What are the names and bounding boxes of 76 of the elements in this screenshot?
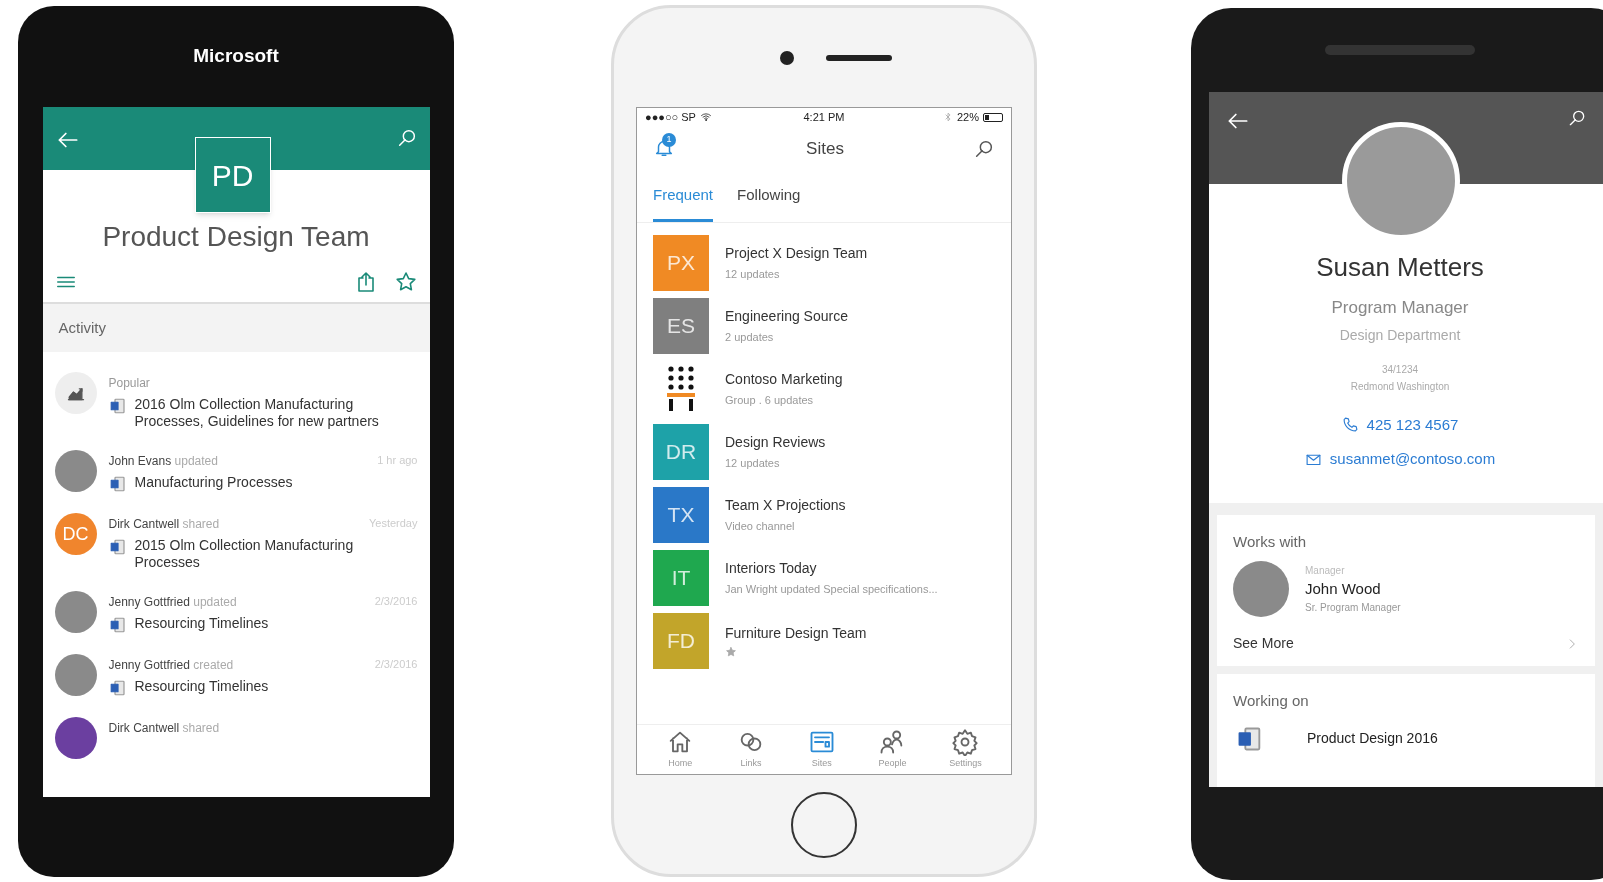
tab[interactable]: Following [737, 172, 801, 222]
relation-label: Manager [1305, 563, 1346, 578]
screen-title: Sites [806, 138, 844, 161]
activity-actor: Jenny Gottfried updated [108, 594, 237, 611]
initials-avatar: DC [54, 513, 97, 555]
activity-actor: Jenny Gottfried created [108, 657, 234, 674]
notification-badge: 1 [662, 133, 676, 147]
star-icon[interactable] [393, 270, 418, 294]
activity-actor: John Evans updated [108, 453, 218, 470]
phone-icon [1341, 416, 1359, 434]
document-link[interactable]: 2016 Olm Collection Manufacturing Processes, Guidelines for new partners [134, 396, 418, 430]
avatar-placeholder [54, 450, 97, 492]
search-icon[interactable] [1567, 108, 1587, 128]
email-link[interactable]: susanmet@contoso.com [1329, 448, 1496, 471]
person-department: Design Department [1339, 325, 1462, 345]
site-tile: IT [653, 549, 709, 606]
avatar-placeholder [54, 591, 97, 633]
site-subtitle: Group . 6 updates [725, 392, 815, 408]
phone-link[interactable]: 425 123 4567 [1366, 413, 1459, 436]
activity-actor: Dirk Cantwell shared [108, 516, 220, 533]
site-subtitle: 12 updates [725, 455, 781, 471]
site-tile: TX [653, 486, 709, 543]
clock-label: 4:21 PM [802, 109, 846, 125]
site-name[interactable]: Team X Projections [725, 494, 846, 516]
document-link[interactable]: Manufacturing Processes [134, 474, 293, 491]
document-icon [108, 616, 127, 634]
site-subtitle: 2 updates [725, 329, 775, 345]
card-heading: Works with [1233, 531, 1308, 552]
carrier-label: ●●●○○ SP [645, 109, 696, 125]
settings-icon [951, 728, 980, 757]
tab[interactable]: Frequent [653, 172, 714, 222]
document-icon [108, 475, 127, 493]
site-name[interactable]: Contoso Marketing [725, 368, 843, 390]
site-tile: PX [653, 234, 709, 291]
person-job-title: Program Manager [1331, 297, 1470, 319]
site-subtitle: 12 updates [725, 266, 781, 282]
search-icon[interactable] [973, 138, 995, 160]
avatar-placeholder [1233, 561, 1289, 617]
camera-icon [780, 50, 794, 65]
card-heading: Working on [1233, 691, 1310, 711]
office-location: Redmond Washington [1350, 379, 1451, 394]
site-tile: FD [653, 612, 709, 669]
site-name[interactable]: Interiors Today [725, 557, 938, 579]
document-icon [108, 538, 127, 556]
person-name: Susan Metters [1316, 251, 1485, 284]
battery-percent: 22% [956, 109, 979, 125]
colleague-name[interactable]: John Wood [1305, 577, 1401, 601]
colleague-job-title: Sr. Program Manager [1305, 601, 1401, 616]
home-button[interactable] [791, 791, 857, 858]
site-name[interactable]: Design Reviews [725, 431, 826, 453]
document-icon [108, 397, 127, 415]
site-tile: DR [653, 423, 709, 480]
site-subtitle: Jan Wright updated Special specifications... [725, 581, 938, 597]
site-name[interactable]: Engineering Source [725, 305, 848, 327]
office-number: 34/1234 [1381, 362, 1420, 377]
site-title: Product Design Team [101, 220, 371, 254]
avatar-placeholder [54, 654, 97, 696]
document-link[interactable]: Resourcing Timelines [134, 678, 269, 695]
wifi-icon [699, 111, 712, 123]
brand-label: Microsoft [193, 44, 279, 69]
activity-label: Popular [108, 375, 150, 392]
speaker-slot [826, 54, 892, 61]
document-icon [108, 679, 127, 697]
battery-icon [983, 112, 1003, 122]
see-more-link[interactable]: See More [1233, 633, 1294, 654]
bluetooth-icon [942, 112, 953, 122]
site-name[interactable]: Furniture Design Team [725, 623, 867, 644]
section-heading: Activity [58, 319, 106, 336]
site-tile: ES [653, 297, 709, 354]
site-logo-tile: PD [194, 137, 271, 213]
site-subtitle: Video channel [725, 518, 796, 534]
activity-actor: Dirk Cantwell shared [108, 720, 220, 737]
document-link[interactable]: Product Design 2016 [1307, 728, 1438, 749]
site-name[interactable]: Project X Design Team [725, 242, 868, 264]
document-link[interactable]: Resourcing Timelines [134, 615, 269, 632]
document-link[interactable]: 2015 Olm Collection Manufacturing Processes [134, 537, 418, 571]
